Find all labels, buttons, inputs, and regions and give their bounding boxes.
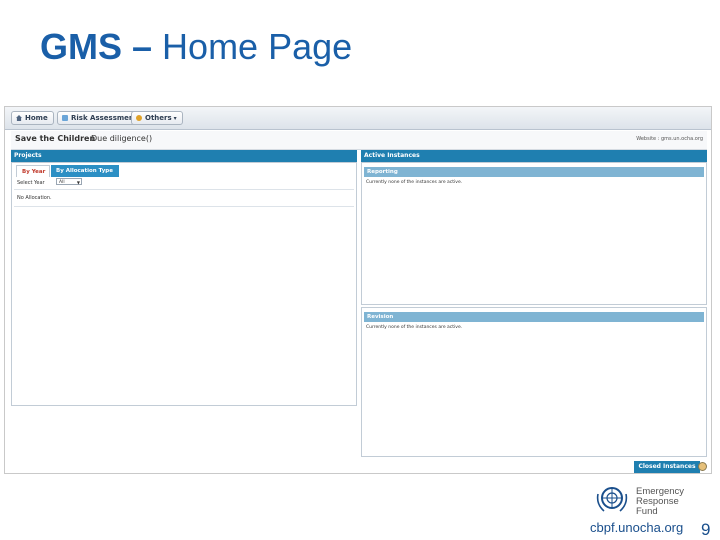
org-name: Save the Children	[15, 134, 96, 143]
erf-logo-text: Emergency Response Fund	[636, 487, 684, 517]
closed-instances-button[interactable]: Closed Instances	[634, 461, 700, 473]
slide-title: GMS – Home Page	[40, 26, 352, 68]
app-screenshot: Home Risk Assessment ▾ Others▾ Save the C…	[4, 106, 712, 474]
others-button[interactable]: Others ▾	[131, 111, 183, 125]
no-allocation-row: No Allocation.	[14, 190, 354, 207]
org-website[interactable]: Website : gms.un.ocha.org	[636, 136, 703, 142]
revision-header: Revision	[364, 312, 704, 322]
un-emblem-icon	[596, 487, 628, 512]
org-bar: Save the Children Due diligence() Websit…	[11, 131, 707, 150]
org-status[interactable]: Due diligence()	[91, 134, 152, 143]
reporting-panel: Reporting Currently none of the instance…	[361, 162, 707, 305]
home-label: Home	[25, 114, 48, 122]
projects-header: Projects	[11, 150, 357, 162]
chevron-down-icon: ▼	[76, 180, 80, 185]
settings-icon[interactable]	[698, 462, 707, 471]
page-number: 9	[701, 520, 711, 539]
others-icon	[136, 115, 142, 121]
home-icon	[16, 115, 22, 121]
toolbar: Home Risk Assessment ▾ Others▾	[5, 107, 711, 130]
tab-by-allocation-type[interactable]: By Allocation Type	[51, 165, 119, 177]
select-year-label: Select Year	[17, 180, 45, 186]
reporting-header: Reporting	[364, 167, 704, 177]
slide-title-bold: GMS –	[40, 26, 153, 67]
risk-icon	[62, 115, 68, 121]
revision-panel: Revision Currently none of the instances…	[361, 307, 707, 457]
slide-title-rest: Home Page	[162, 26, 353, 67]
active-instances-header: Active Instances	[361, 150, 707, 162]
revision-message: Currently none of the instances are acti…	[366, 325, 463, 330]
select-year-value: All	[59, 180, 65, 185]
no-allocation-text: No Allocation.	[17, 195, 52, 201]
reporting-message: Currently none of the instances are acti…	[366, 180, 463, 185]
others-label: Others	[145, 114, 172, 122]
select-year-row: Select Year All ▼	[14, 177, 354, 190]
select-year-dropdown[interactable]: All ▼	[56, 178, 82, 185]
home-button[interactable]: Home	[11, 111, 54, 125]
tab-by-year[interactable]: By Year	[16, 165, 50, 177]
projects-panel: By Year By Allocation Type Select Year A…	[11, 162, 357, 406]
risk-label: Risk Assessment	[71, 114, 138, 122]
chevron-down-icon: ▾	[173, 115, 177, 122]
footer-url: cbpf.unocha.org	[590, 520, 684, 535]
erf-line-3: Fund	[636, 506, 658, 517]
